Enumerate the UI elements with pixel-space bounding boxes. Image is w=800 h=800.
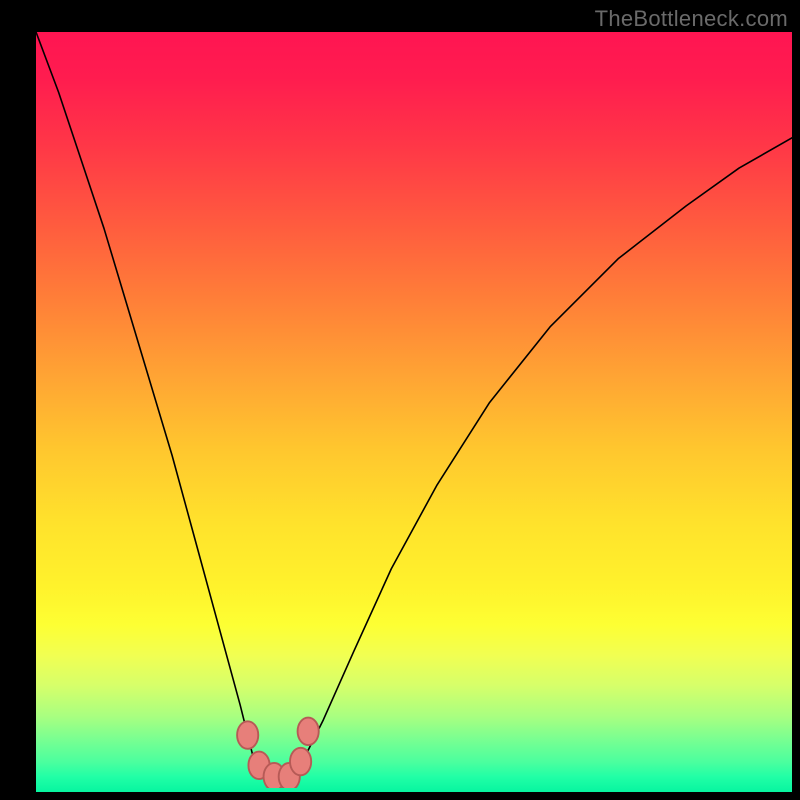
curve-marker [298, 718, 319, 746]
watermark-text: TheBottleneck.com [595, 6, 788, 32]
plot-area [36, 32, 792, 792]
bottleneck-curve [36, 32, 792, 788]
curve-path [36, 32, 792, 780]
curve-markers [237, 718, 319, 788]
curve-marker [237, 721, 258, 749]
chart-frame: TheBottleneck.com [0, 0, 800, 800]
curve-marker [290, 748, 311, 776]
